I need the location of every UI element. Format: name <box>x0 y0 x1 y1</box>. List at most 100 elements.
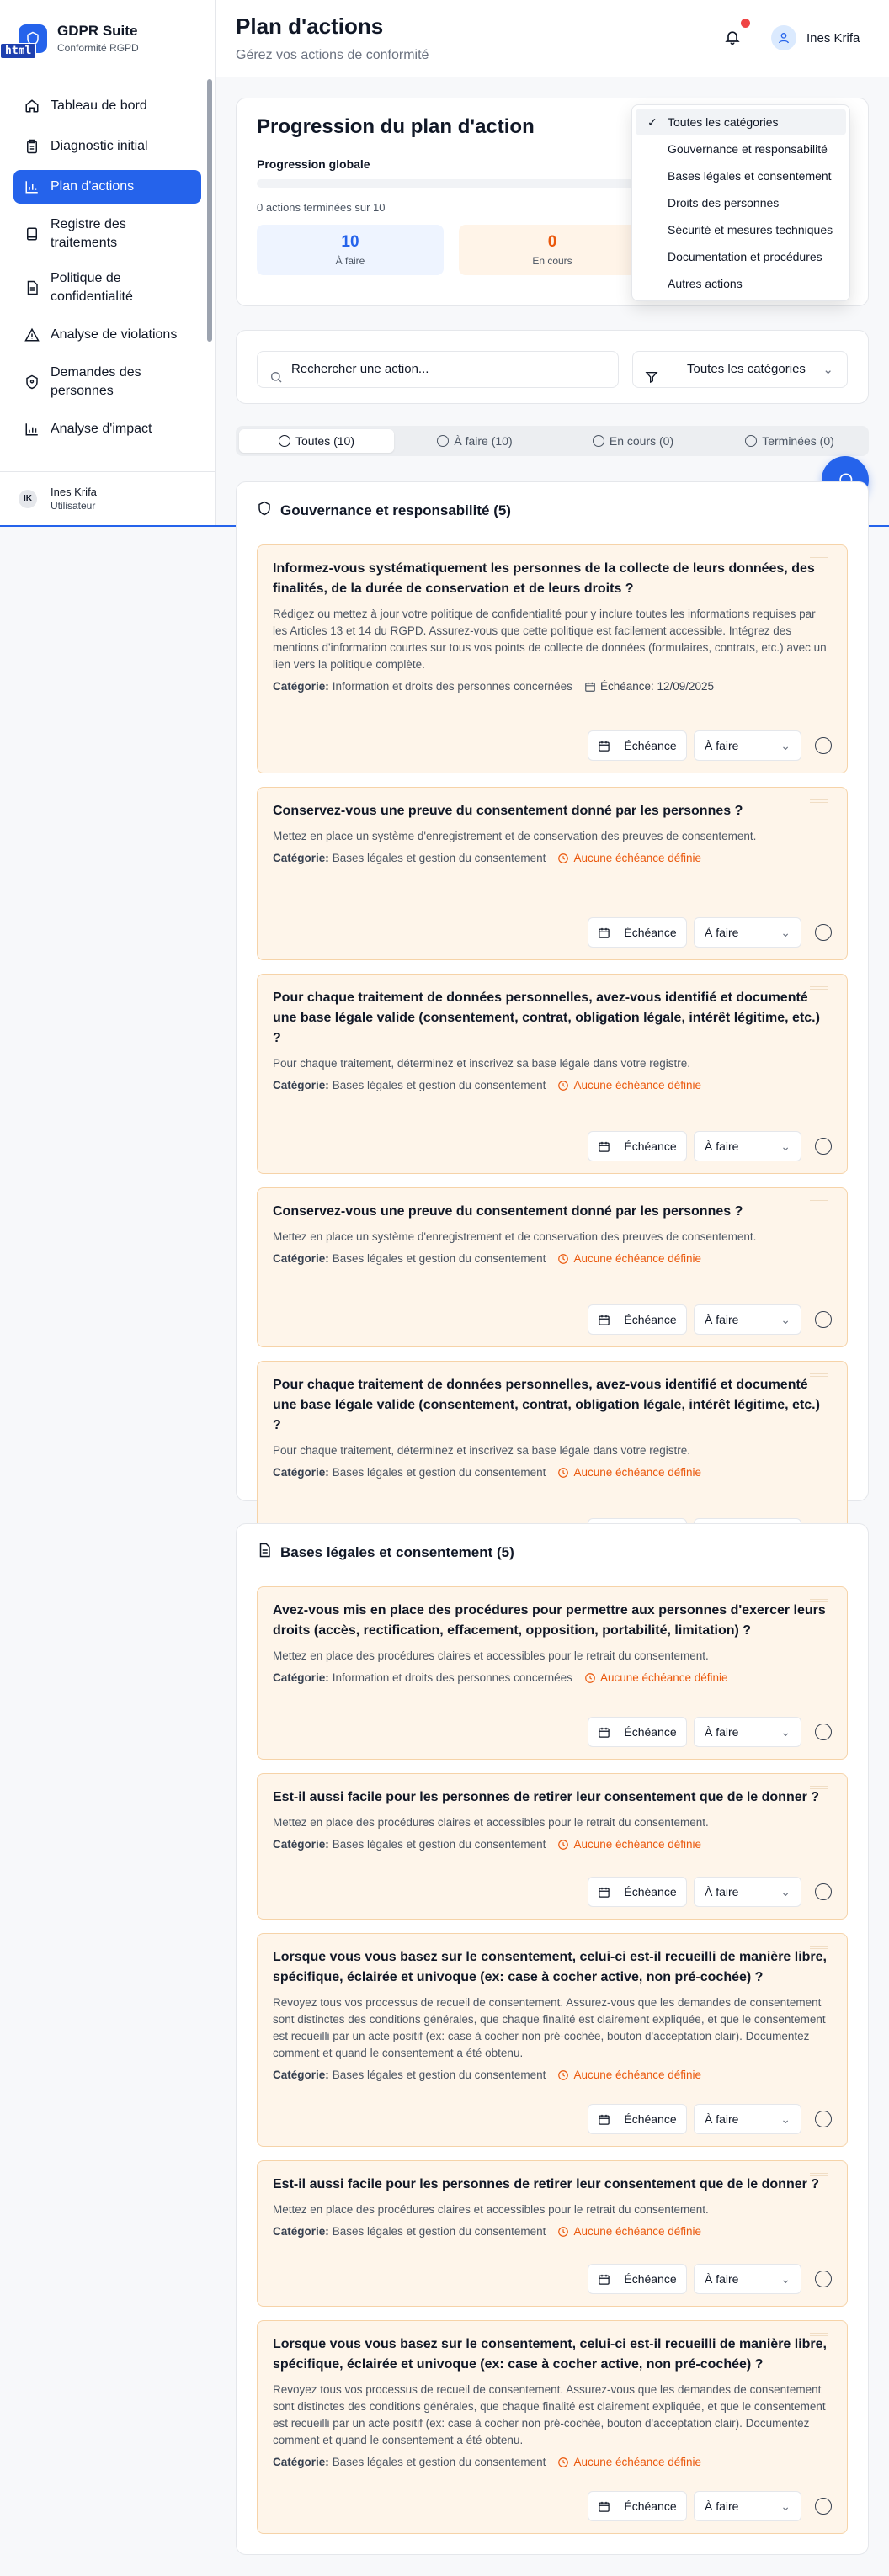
dropdown-option[interactable]: Bases légales et consentement <box>636 162 846 189</box>
bell-icon[interactable] <box>724 29 743 47</box>
action-item[interactable]: Lorsque vous vous basez sur le consentem… <box>257 2320 848 2534</box>
tab-all[interactable]: Toutes (10) <box>239 429 394 453</box>
header: Plan d'actions Gérez vos actions de conf… <box>216 0 889 77</box>
status-select[interactable]: À faire⌄ <box>694 1717 801 1747</box>
status-select[interactable]: À faire⌄ <box>694 1877 801 1907</box>
progress-label: Progression globale <box>257 157 370 171</box>
complete-radio[interactable] <box>815 2271 832 2287</box>
category-value: Bases légales et gestion du consentement <box>332 1466 546 1479</box>
deadline-button[interactable]: Échéance <box>588 1131 687 1161</box>
action-description: Mettez en place un système d'enregistrem… <box>273 830 757 842</box>
action-item[interactable]: Est-il aussi facile pour les personnes d… <box>257 1773 848 1920</box>
complete-radio[interactable] <box>815 2498 832 2515</box>
complete-radio[interactable] <box>815 1724 832 1740</box>
sidebar-item-label: Politique de confidentialité <box>51 271 133 304</box>
header-user-name[interactable]: Ines Krifa <box>806 31 860 45</box>
action-item[interactable]: Informez-vous systématiquement les perso… <box>257 544 848 773</box>
complete-radio[interactable] <box>815 924 832 941</box>
deadline-button[interactable]: Échéance <box>588 1717 687 1747</box>
tab-done[interactable]: Terminées (0) <box>714 429 865 453</box>
sidebar-item-politique[interactable]: Politique de confidentialité <box>13 264 201 311</box>
search-input[interactable]: Rechercher une action... <box>257 351 619 388</box>
deadline-button[interactable]: Échéance <box>588 2104 687 2134</box>
section-bases-legales: Bases légales et consentement (5) Avez-v… <box>236 1523 869 2555</box>
tab-in-progress[interactable]: En cours (0) <box>556 429 711 453</box>
category-dropdown: ✓ Toutes les catégories Gouvernance et re… <box>631 104 850 301</box>
deadline-button[interactable]: Échéance <box>588 917 687 948</box>
drag-handle-icon[interactable] <box>810 799 828 803</box>
sidebar-item-diagnostic[interactable]: Diagnostic initial <box>13 130 201 163</box>
status-select[interactable]: À faire⌄ <box>694 1304 801 1335</box>
action-item[interactable]: Pour chaque traitement de données person… <box>257 974 848 1174</box>
option-label: Droits des personnes <box>668 196 780 210</box>
category-label: Catégorie: <box>273 2456 329 2468</box>
action-item[interactable]: Conservez-vous une preuve du consentemen… <box>257 1187 848 1347</box>
deadline-button[interactable]: Échéance <box>588 2264 687 2294</box>
drag-handle-icon[interactable] <box>810 2333 828 2336</box>
status-select[interactable]: À faire⌄ <box>694 1131 801 1161</box>
progress-title: Progression du plan d'action <box>257 115 535 138</box>
tab-todo[interactable]: À faire (10) <box>397 429 552 453</box>
chevron-down-icon: ⌄ <box>780 1139 791 1153</box>
section-title: Bases légales et consentement (5) <box>257 1543 514 1562</box>
sidebar-user[interactable]: IK Ines Krifa Utilisateur <box>0 471 215 525</box>
notification-dot <box>741 19 750 28</box>
deadline-button[interactable]: Échéance <box>588 1877 687 1907</box>
action-title: Pour chaque traitement de données person… <box>273 991 820 1045</box>
calendar-icon <box>598 1886 617 1899</box>
status-select[interactable]: À faire⌄ <box>694 730 801 761</box>
sidebar-item-registre[interactable]: Registre des traitements <box>13 210 201 258</box>
category-label: Catégorie: <box>273 2069 329 2081</box>
calendar-icon <box>598 1726 617 1739</box>
drag-handle-icon[interactable] <box>810 2173 828 2176</box>
user-avatar-icon[interactable] <box>771 25 796 50</box>
complete-radio[interactable] <box>815 1138 832 1155</box>
action-item[interactable]: Conservez-vous une preuve du consentemen… <box>257 787 848 960</box>
drag-handle-icon[interactable] <box>810 1599 828 1602</box>
drag-handle-icon[interactable] <box>810 986 828 990</box>
deadline-button[interactable]: Échéance <box>588 2491 687 2521</box>
sidebar-item-violations[interactable]: Analyse de violations <box>13 318 201 352</box>
clipboard-icon <box>24 138 40 155</box>
sidebar-scrollbar[interactable] <box>207 79 212 342</box>
action-item[interactable]: Lorsque vous vous basez sur le consentem… <box>257 1933 848 2147</box>
category-select[interactable]: Toutes les catégories ⌄ <box>632 351 848 388</box>
sidebar-item-demandes[interactable]: Demandes des personnes <box>13 359 201 406</box>
action-item[interactable]: Avez-vous mis en place des procédures po… <box>257 1586 848 1760</box>
drag-handle-icon[interactable] <box>810 1373 828 1377</box>
status-select[interactable]: À faire⌄ <box>694 2104 801 2134</box>
sidebar-item-analyse-impact[interactable]: Analyse d'impact <box>13 412 201 446</box>
complete-radio[interactable] <box>815 1883 832 1900</box>
drag-handle-icon[interactable] <box>810 557 828 560</box>
dropdown-option[interactable]: Sécurité et mesures techniques <box>636 216 846 243</box>
complete-radio[interactable] <box>815 2111 832 2127</box>
category-label: Catégorie: <box>273 1838 329 1851</box>
status-select[interactable]: À faire⌄ <box>694 917 801 948</box>
dropdown-option[interactable]: Documentation et procédures <box>636 243 846 270</box>
drag-handle-icon[interactable] <box>810 1786 828 1789</box>
status-select[interactable]: À faire⌄ <box>694 2491 801 2521</box>
dropdown-option[interactable]: Gouvernance et responsabilité <box>636 135 846 162</box>
deadline-button[interactable]: Échéance <box>588 730 687 761</box>
sidebar-item-tableau-de-bord[interactable]: Tableau de bord <box>13 89 201 123</box>
no-deadline: Aucune échéance définie <box>584 1671 728 1684</box>
search-icon <box>269 363 283 398</box>
app-name: GDPR Suite <box>57 23 138 39</box>
deadline-button[interactable]: Échéance <box>588 1304 687 1335</box>
dropdown-option[interactable]: Autres actions <box>636 270 846 297</box>
dropdown-option[interactable]: ✓ Toutes les catégories <box>636 109 846 135</box>
action-title: Lorsque vous vous basez sur le consentem… <box>273 2337 827 2372</box>
action-item[interactable]: Est-il aussi facile pour les personnes d… <box>257 2160 848 2307</box>
dropdown-option[interactable]: Droits des personnes <box>636 189 846 216</box>
category-label: Catégorie: <box>273 1671 329 1684</box>
status-tabs: Toutes (10) À faire (10) En cours (0) Te… <box>236 426 869 456</box>
complete-radio[interactable] <box>815 1311 832 1328</box>
category-label: Catégorie: <box>273 1079 329 1091</box>
sidebar-item-plan-actions[interactable]: Plan d'actions <box>13 170 201 204</box>
status-select[interactable]: À faire⌄ <box>694 2264 801 2294</box>
drag-handle-icon[interactable] <box>810 1200 828 1203</box>
no-deadline: Aucune échéance définie <box>557 1838 701 1851</box>
drag-handle-icon[interactable] <box>810 1946 828 1949</box>
complete-radio[interactable] <box>815 737 832 754</box>
category-select-value: Toutes les catégories <box>687 362 806 376</box>
